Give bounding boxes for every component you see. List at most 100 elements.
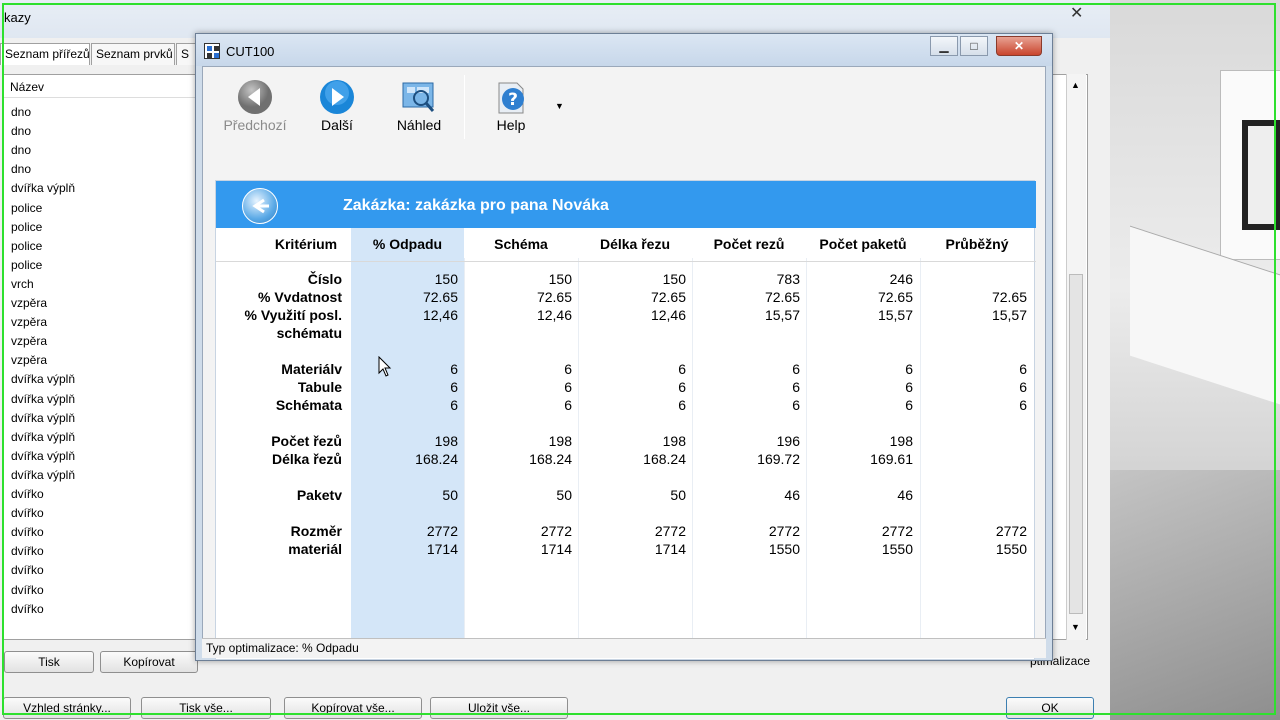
- list-item[interactable]: dvířka výplň: [11, 430, 75, 444]
- list-header-name[interactable]: Název: [3, 80, 203, 98]
- row-label: Paketv: [296, 487, 342, 503]
- list-item[interactable]: vzpěra: [11, 334, 47, 348]
- list-item[interactable]: dvířka výplň: [11, 372, 75, 386]
- table-header[interactable]: Počet paketů: [806, 236, 920, 252]
- table-cell: 6: [792, 379, 800, 395]
- list-item[interactable]: police: [11, 201, 42, 215]
- table-header[interactable]: Počet rezů: [692, 236, 806, 252]
- table-cell: 1550: [881, 541, 913, 557]
- list-item[interactable]: dvířka výplň: [11, 449, 75, 463]
- save-all-button[interactable]: Uložit vše...: [430, 697, 568, 719]
- back-arrow-icon[interactable]: [242, 188, 278, 224]
- table-cell: 6: [450, 397, 458, 413]
- next-button[interactable]: Další: [297, 79, 377, 139]
- copy-button[interactable]: Kopírovat: [100, 651, 198, 673]
- list-item[interactable]: vrch: [11, 277, 34, 291]
- scrollbar[interactable]: ▲ ▼: [1066, 74, 1086, 640]
- column-divider: [806, 258, 807, 658]
- table-cell: 46: [784, 487, 800, 503]
- row-label: Délka řezů: [271, 451, 342, 467]
- table-cell: 6: [1019, 397, 1027, 413]
- print-all-button[interactable]: Tisk vše...: [141, 697, 271, 719]
- table-cell: 150: [662, 271, 686, 287]
- svg-text:?: ?: [508, 90, 518, 110]
- table-cell: 50: [670, 487, 686, 503]
- list-item[interactable]: dvířko: [11, 487, 44, 501]
- list-item[interactable]: dvířko: [11, 583, 44, 597]
- table-cell: 168.24: [643, 451, 686, 467]
- list-item[interactable]: dno: [11, 105, 31, 119]
- table-cell: 72.65: [764, 289, 800, 305]
- list-item[interactable]: dvířko: [11, 602, 44, 616]
- scroll-up-icon[interactable]: ▲: [1071, 80, 1080, 90]
- page-look-button[interactable]: Vzhled stránky...: [3, 697, 131, 719]
- results-panel: Zakázka: zakázka pro pana Nováka Kritéri…: [215, 180, 1036, 660]
- floor-shape: [1110, 470, 1280, 720]
- list-item[interactable]: dno: [11, 124, 31, 138]
- list-item[interactable]: dvířka výplň: [11, 392, 75, 406]
- table-header[interactable]: Schéma: [464, 236, 578, 252]
- scroll-down-icon[interactable]: ▼: [1071, 622, 1080, 632]
- table-cell: 2772: [995, 523, 1027, 539]
- table-cell: 6: [905, 361, 913, 377]
- table-cell: 72.65: [877, 289, 913, 305]
- close-icon[interactable]: ✕: [1070, 6, 1086, 22]
- list-item[interactable]: dno: [11, 143, 31, 157]
- list-item[interactable]: dno: [11, 162, 31, 176]
- table-cell: 783: [776, 271, 800, 287]
- row-label: Rozměr: [290, 523, 342, 539]
- list-item[interactable]: vzpěra: [11, 296, 47, 310]
- list-item[interactable]: dvířko: [11, 563, 44, 577]
- table-cell: 15,57: [764, 307, 800, 323]
- table-header[interactable]: Průběžný: [920, 236, 1034, 252]
- tab-seznam-prirezu[interactable]: Seznam přířezů: [0, 43, 90, 65]
- table-cell: 6: [905, 397, 913, 413]
- row-label: Tabule: [297, 379, 342, 395]
- order-title: Zakázka: zakázka pro pana Nováka: [343, 197, 609, 214]
- table-cell: 15,57: [877, 307, 913, 323]
- table-cell: 1714: [426, 541, 458, 557]
- copy-all-button[interactable]: Kopírovat vše...: [284, 697, 422, 719]
- 3d-scene: [1110, 0, 1280, 720]
- table-cell: 169.61: [870, 451, 913, 467]
- table-cell: 6: [1019, 361, 1027, 377]
- close-icon[interactable]: ✕: [996, 36, 1042, 56]
- list-item[interactable]: dvířko: [11, 506, 44, 520]
- tab-seznam-prvku[interactable]: Seznam prvků: [91, 43, 175, 65]
- list-item[interactable]: dvířka výplň: [11, 468, 75, 482]
- minimize-icon[interactable]: ▁: [930, 36, 958, 56]
- table-cell: 6: [905, 379, 913, 395]
- list-item[interactable]: police: [11, 220, 42, 234]
- help-button[interactable]: ? Help: [471, 79, 551, 139]
- table-header[interactable]: % Odpadu: [351, 236, 464, 252]
- list-item[interactable]: vzpěra: [11, 353, 47, 367]
- print-button[interactable]: Tisk: [4, 651, 94, 673]
- list-item[interactable]: vzpěra: [11, 315, 47, 329]
- table-header[interactable]: Kritérium: [271, 236, 341, 252]
- scroll-thumb[interactable]: [1069, 274, 1083, 614]
- mouse-cursor-icon: [378, 355, 392, 378]
- ok-button[interactable]: OK: [1006, 697, 1094, 719]
- dialog-body: Předchozí Další Náhled ? Help ▼ Zakázka:…: [202, 66, 1046, 660]
- maximize-icon[interactable]: □: [960, 36, 988, 56]
- table-cell: 6: [792, 397, 800, 413]
- list-item[interactable]: dvířka výplň: [11, 181, 75, 195]
- table-cell: 6: [450, 379, 458, 395]
- list-item[interactable]: dvířka výplň: [11, 411, 75, 425]
- table-cell: 150: [548, 271, 572, 287]
- tab-third[interactable]: S: [176, 43, 196, 65]
- next-label: Další: [321, 117, 353, 133]
- table-header[interactable]: Délka řezu: [578, 236, 692, 252]
- cabinet-opening: [1242, 120, 1280, 230]
- chevron-down-icon[interactable]: ▼: [555, 101, 564, 111]
- column-divider: [920, 258, 921, 658]
- list-item[interactable]: dvířko: [11, 544, 44, 558]
- list-item[interactable]: police: [11, 239, 42, 253]
- previous-button[interactable]: Předchozí: [215, 79, 295, 139]
- table-cell: 198: [889, 433, 913, 449]
- list-item[interactable]: police: [11, 258, 42, 272]
- preview-button[interactable]: Náhled: [379, 79, 459, 139]
- list-item[interactable]: dvířko: [11, 525, 44, 539]
- table-cell: 246: [889, 271, 913, 287]
- parts-list[interactable]: Název dno dno dno dno dvířka výplň police poli…: [2, 74, 203, 640]
